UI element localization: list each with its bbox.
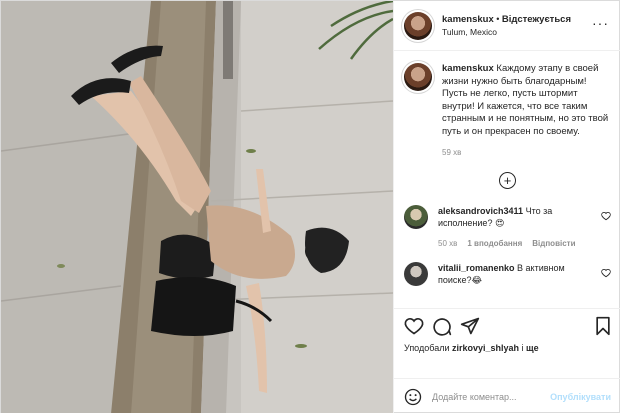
liked-prefix: Уподобали bbox=[404, 343, 452, 353]
post-sidebar: kamenskux • Відстежується Tulum, Mexico … bbox=[393, 1, 620, 413]
comment-username[interactable]: aleksandrovich3411 bbox=[438, 206, 523, 216]
liked-user-link[interactable]: zirkovyi_shlyah bbox=[452, 343, 519, 353]
comment-username[interactable]: vitalii_romanenko bbox=[438, 263, 515, 273]
action-icons bbox=[404, 315, 611, 337]
plus-circle-icon[interactable]: + bbox=[499, 171, 516, 189]
location-link[interactable]: Tulum, Mexico bbox=[442, 26, 571, 39]
caption-text-block: kamenskux Каждому этапу в своей жизни ну… bbox=[442, 63, 611, 160]
comment-body: vitalii_romanenko В активном поиске?😂 bbox=[438, 262, 598, 286]
follow-status-button[interactable]: Відстежується bbox=[502, 14, 571, 25]
liked-others-link[interactable]: ще bbox=[526, 343, 539, 353]
heart-icon[interactable] bbox=[404, 316, 424, 336]
publish-button[interactable]: Опублікувати bbox=[550, 392, 611, 402]
comment-heart-icon[interactable] bbox=[601, 268, 611, 278]
comment-time[interactable]: 50 хв bbox=[438, 238, 457, 250]
send-icon[interactable] bbox=[460, 316, 480, 336]
comment-item: aleksandrovich3411 Что за исполнение? 😍 … bbox=[404, 204, 611, 250]
comment-heart-icon[interactable] bbox=[601, 211, 611, 221]
load-more-comments: + bbox=[404, 171, 611, 189]
post-photo[interactable] bbox=[1, 1, 393, 413]
comment-input[interactable] bbox=[432, 391, 562, 402]
caption: kamenskux Каждому этапу в своей жизни ну… bbox=[404, 63, 611, 160]
caption-text: Каждому этапу в своей жизни нужно быть б… bbox=[442, 63, 609, 137]
post-photo-illustration bbox=[1, 1, 393, 413]
comment-body: aleksandrovich3411 Что за исполнение? 😍 … bbox=[438, 205, 598, 250]
comment-avatar[interactable] bbox=[404, 261, 428, 286]
more-options-icon[interactable]: ··· bbox=[592, 16, 609, 30]
author-avatar[interactable] bbox=[404, 11, 432, 40]
add-comment-bar: Опублікувати bbox=[394, 378, 620, 413]
comment-likes[interactable]: 1 вподобання bbox=[467, 238, 522, 250]
caption-username[interactable]: kamenskux bbox=[442, 63, 494, 74]
post-actions: Уподобали zirkovyi_shlyah і ще bbox=[394, 308, 620, 378]
comment-reply-button[interactable]: Відповісти bbox=[532, 238, 575, 250]
comment-avatar[interactable] bbox=[404, 204, 428, 229]
instagram-post: kamenskux • Відстежується Tulum, Mexico … bbox=[0, 0, 620, 413]
post-header: kamenskux • Відстежується Tulum, Mexico … bbox=[394, 1, 620, 51]
liked-suffix: і bbox=[519, 343, 527, 353]
caption-time[interactable]: 59 хв bbox=[442, 147, 611, 160]
comments-section: kamenskux Каждому этапу в своей жизни ну… bbox=[394, 51, 620, 308]
emoji-smile-icon[interactable] bbox=[404, 388, 422, 406]
comment-item: vitalii_romanenko В активном поиске?😂 bbox=[404, 261, 611, 286]
bookmark-icon[interactable] bbox=[593, 316, 613, 336]
header-separator: • bbox=[493, 13, 502, 24]
comment-meta: 50 хв 1 вподобання Відповісти bbox=[438, 238, 598, 250]
header-text: kamenskux • Відстежується Tulum, Mexico bbox=[442, 13, 571, 39]
caption-avatar[interactable] bbox=[404, 63, 432, 91]
liked-by-text: Уподобали zirkovyi_shlyah і ще bbox=[404, 343, 611, 353]
comment-icon[interactable] bbox=[432, 316, 452, 336]
author-username[interactable]: kamenskux bbox=[442, 14, 494, 25]
